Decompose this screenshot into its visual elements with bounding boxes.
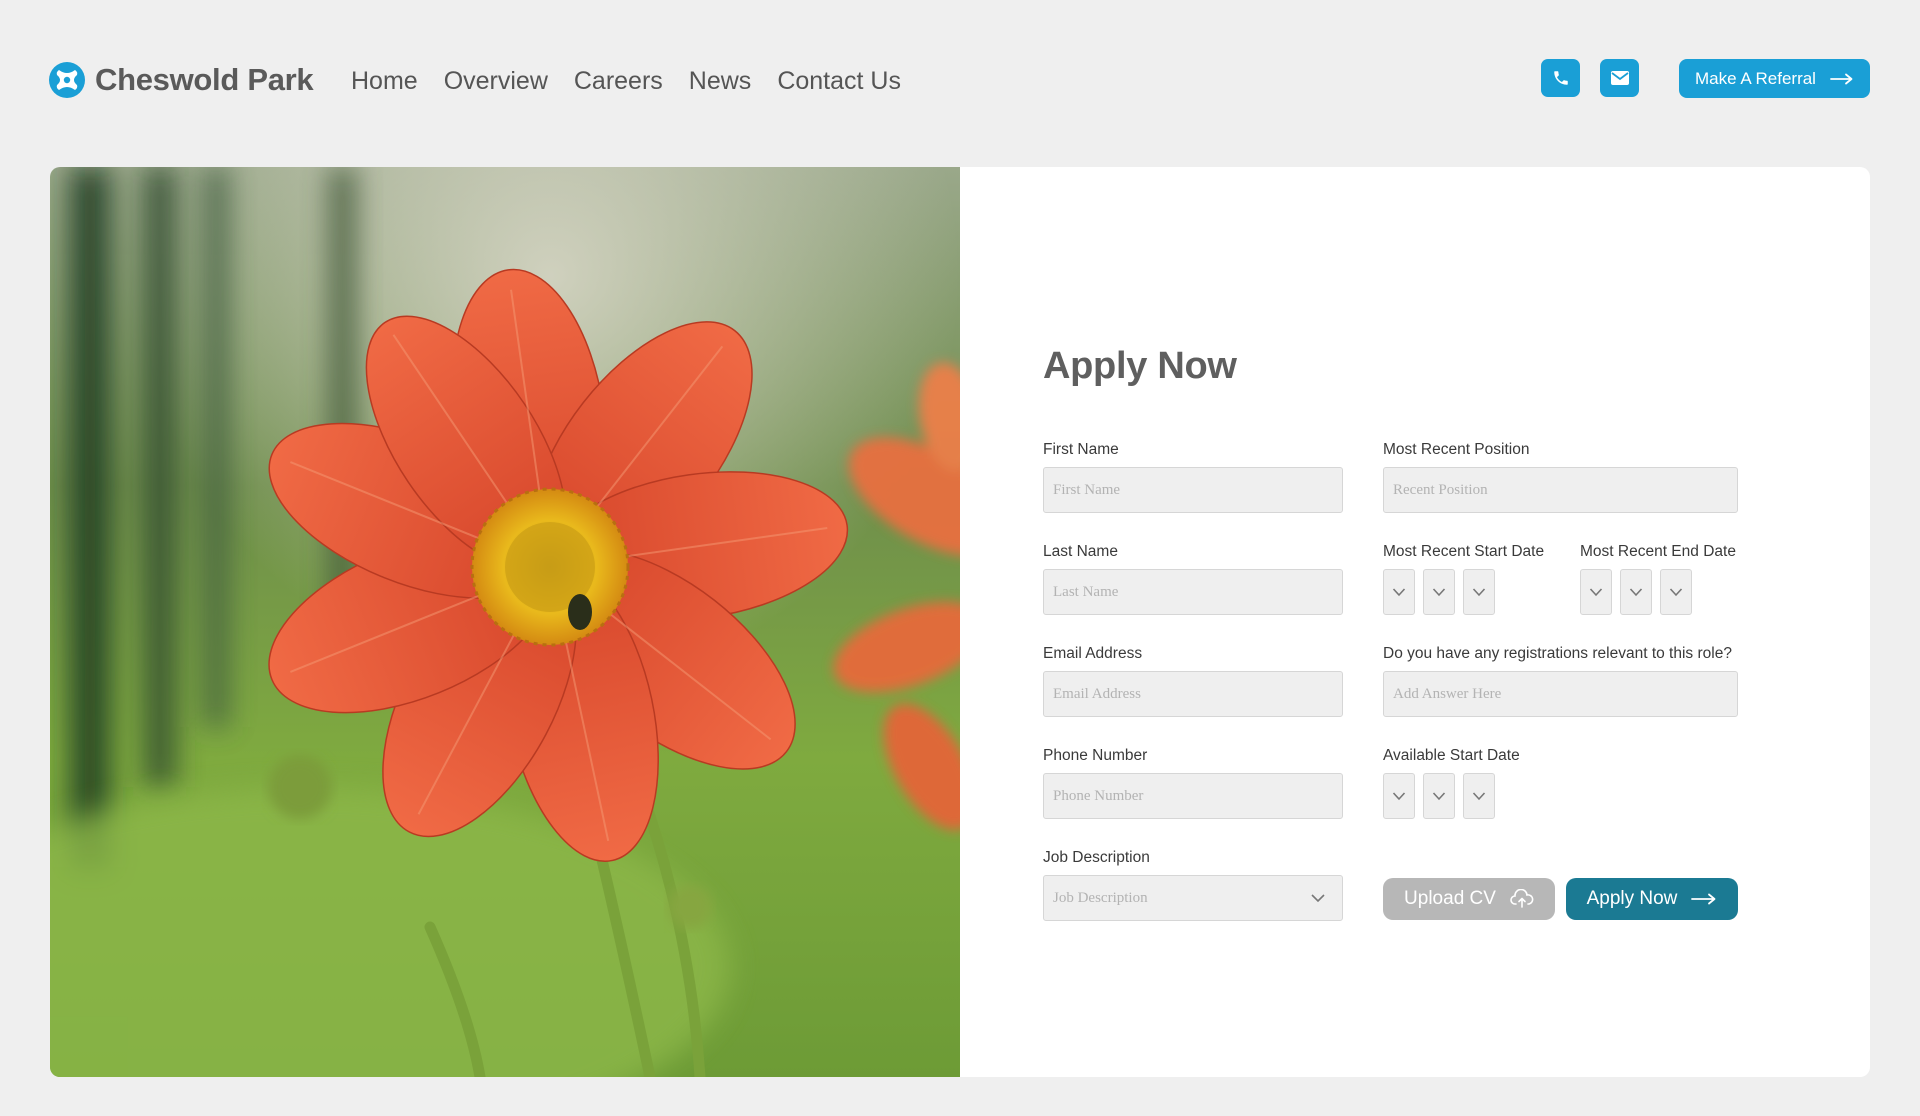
envelope-icon <box>1610 71 1629 85</box>
recent-start-day-select[interactable] <box>1383 569 1415 615</box>
arrow-right-icon <box>1830 73 1853 84</box>
job-description-label: Job Description <box>1043 849 1150 866</box>
make-referral-label: Make A Referral <box>1695 68 1816 88</box>
recent-start-month-select[interactable] <box>1423 569 1455 615</box>
brand-logo[interactable]: Cheswold Park <box>49 60 314 100</box>
logo-mark-icon <box>49 62 85 98</box>
recent-end-date-label: Most Recent End Date <box>1580 543 1736 560</box>
application-form: Apply Now First Name Last Name Email Add… <box>1043 167 1803 1077</box>
email-label: Email Address <box>1043 645 1143 662</box>
nav-item-overview[interactable]: Overview <box>444 64 548 98</box>
apply-now-button[interactable]: Apply Now <box>1566 878 1738 920</box>
recent-end-month-select[interactable] <box>1620 569 1652 615</box>
last-name-label: Last Name <box>1043 543 1118 560</box>
phone-button[interactable] <box>1541 59 1580 97</box>
chevron-down-icon <box>1629 588 1643 597</box>
nav-item-contact-us[interactable]: Contact Us <box>777 64 901 98</box>
recent-start-date-label: Most Recent Start Date <box>1383 543 1545 560</box>
mail-button[interactable] <box>1600 59 1639 97</box>
upload-cv-button[interactable]: Upload CV <box>1383 878 1555 920</box>
last-name-input[interactable] <box>1043 569 1343 615</box>
apply-now-label: Apply Now <box>1586 888 1678 909</box>
available-start-year-select[interactable] <box>1463 773 1495 819</box>
available-start-date-label: Available Start Date <box>1383 747 1520 764</box>
recent-position-input[interactable] <box>1383 467 1738 513</box>
chevron-down-icon <box>1432 792 1446 801</box>
arrow-right-icon <box>1691 893 1716 905</box>
available-start-month-select[interactable] <box>1423 773 1455 819</box>
form-title: Apply Now <box>1043 345 1237 387</box>
phone-icon <box>1553 71 1568 85</box>
chevron-down-icon <box>1311 894 1325 903</box>
make-referral-button[interactable]: Make A Referral <box>1679 59 1870 98</box>
available-start-day-select[interactable] <box>1383 773 1415 819</box>
flower-photo <box>50 167 960 1077</box>
recent-position-label: Most Recent Position <box>1383 441 1530 458</box>
brand-name: Cheswold Park <box>95 62 314 97</box>
chevron-down-icon <box>1589 588 1603 597</box>
recent-start-year-select[interactable] <box>1463 569 1495 615</box>
nav-item-home[interactable]: Home <box>351 64 418 98</box>
chevron-down-icon <box>1472 792 1486 801</box>
registrations-label: Do you have any registrations relevant t… <box>1383 645 1732 662</box>
nav-item-careers[interactable]: Careers <box>574 64 663 98</box>
chevron-down-icon <box>1432 588 1446 597</box>
job-description-placeholder: Job Description <box>1053 889 1148 906</box>
phone-label: Phone Number <box>1043 747 1148 764</box>
recent-end-year-select[interactable] <box>1660 569 1692 615</box>
recent-end-day-select[interactable] <box>1580 569 1612 615</box>
job-description-select[interactable]: Job Description <box>1043 875 1343 921</box>
email-input[interactable] <box>1043 671 1343 717</box>
application-card: Apply Now First Name Last Name Email Add… <box>50 167 1870 1077</box>
nav-item-news[interactable]: News <box>689 64 752 98</box>
chevron-down-icon <box>1392 588 1406 597</box>
registrations-input[interactable] <box>1383 671 1738 717</box>
chevron-down-icon <box>1472 588 1486 597</box>
site-header: Cheswold Park Home Overview Careers News… <box>0 0 1920 160</box>
phone-input[interactable] <box>1043 773 1343 819</box>
cloud-upload-icon <box>1510 889 1534 908</box>
upload-cv-label: Upload CV <box>1404 888 1496 909</box>
first-name-label: First Name <box>1043 441 1119 458</box>
chevron-down-icon <box>1669 588 1683 597</box>
first-name-input[interactable] <box>1043 467 1343 513</box>
chevron-down-icon <box>1392 792 1406 801</box>
main-nav: Home Overview Careers News Contact Us <box>351 64 927 98</box>
